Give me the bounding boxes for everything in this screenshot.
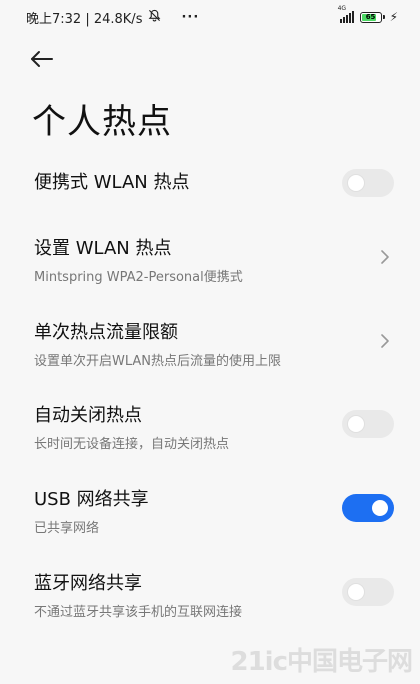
toggle-bluetooth-tethering[interactable] bbox=[342, 578, 394, 606]
network-label: 4G bbox=[337, 5, 347, 12]
toggle-usb-tethering[interactable] bbox=[342, 494, 394, 522]
row-auto-turn-off-hotspot[interactable]: 自动关闭热点 长时间无设备连接，自动关闭热点 bbox=[0, 401, 420, 452]
toggle-knob bbox=[348, 416, 364, 432]
toggle-knob bbox=[372, 500, 388, 516]
row-hotspot-data-limit[interactable]: 单次热点流量限额 设置单次开启WLAN热点后流量的使用上限 bbox=[0, 318, 420, 369]
row-subtitle: 已共享网络 bbox=[34, 521, 100, 536]
row-subtitle: 不通过蓝牙共享该手机的互联网连接 bbox=[34, 605, 243, 620]
row-title: 蓝牙网络共享 bbox=[34, 573, 142, 594]
status-right: 4G 65 ⚡ bbox=[338, 5, 398, 24]
page-title: 个人热点 bbox=[32, 102, 172, 142]
row-title: 单次热点流量限额 bbox=[34, 322, 178, 343]
more-icon: ··· bbox=[181, 9, 200, 25]
battery-icon: 65 bbox=[359, 11, 385, 23]
row-title: 自动关闭热点 bbox=[34, 405, 142, 426]
toggle-auto-turn-off-hotspot[interactable] bbox=[342, 410, 394, 438]
row-wlan-hotspot-settings[interactable]: 设置 WLAN 热点 Mintspring WPA2-Personal便携式 bbox=[0, 234, 420, 285]
row-title: 便携式 WLAN 热点 bbox=[34, 172, 190, 193]
row-usb-tethering[interactable]: USB 网络共享 已共享网络 bbox=[0, 485, 420, 536]
row-subtitle: 设置单次开启WLAN热点后流量的使用上限 bbox=[34, 354, 282, 369]
watermark: 21ic中国电子网 bbox=[230, 647, 413, 677]
back-button[interactable] bbox=[30, 46, 60, 72]
row-bluetooth-tethering[interactable]: 蓝牙网络共享 不通过蓝牙共享该手机的互联网连接 bbox=[0, 569, 420, 620]
toggle-knob bbox=[348, 175, 364, 191]
toggle-portable-wlan-hotspot[interactable] bbox=[342, 169, 394, 197]
row-subtitle: Mintspring WPA2-Personal便携式 bbox=[34, 270, 243, 285]
chevron-right-icon bbox=[381, 334, 389, 348]
chevron-right-icon bbox=[381, 250, 389, 264]
row-portable-wlan-hotspot[interactable]: 便携式 WLAN 热点 bbox=[0, 168, 420, 198]
row-subtitle: 长时间无设备连接，自动关闭热点 bbox=[34, 437, 230, 452]
status-bar: 晚上7:32 | 24.8K/s ··· 4G 65 ⚡ bbox=[0, 0, 420, 34]
bell-off-icon bbox=[148, 9, 161, 26]
signal-icon: 4G bbox=[338, 5, 354, 23]
row-title: 设置 WLAN 热点 bbox=[34, 238, 172, 259]
battery-level: 65 bbox=[365, 13, 376, 21]
status-time: 晚上7:32 | 24.8K/s bbox=[26, 11, 143, 27]
charging-icon: ⚡ bbox=[389, 10, 398, 24]
toggle-knob bbox=[348, 584, 364, 600]
status-left: 晚上7:32 | 24.8K/s ··· bbox=[26, 8, 199, 27]
row-title: USB 网络共享 bbox=[34, 489, 149, 510]
arrow-left-icon bbox=[31, 51, 53, 67]
